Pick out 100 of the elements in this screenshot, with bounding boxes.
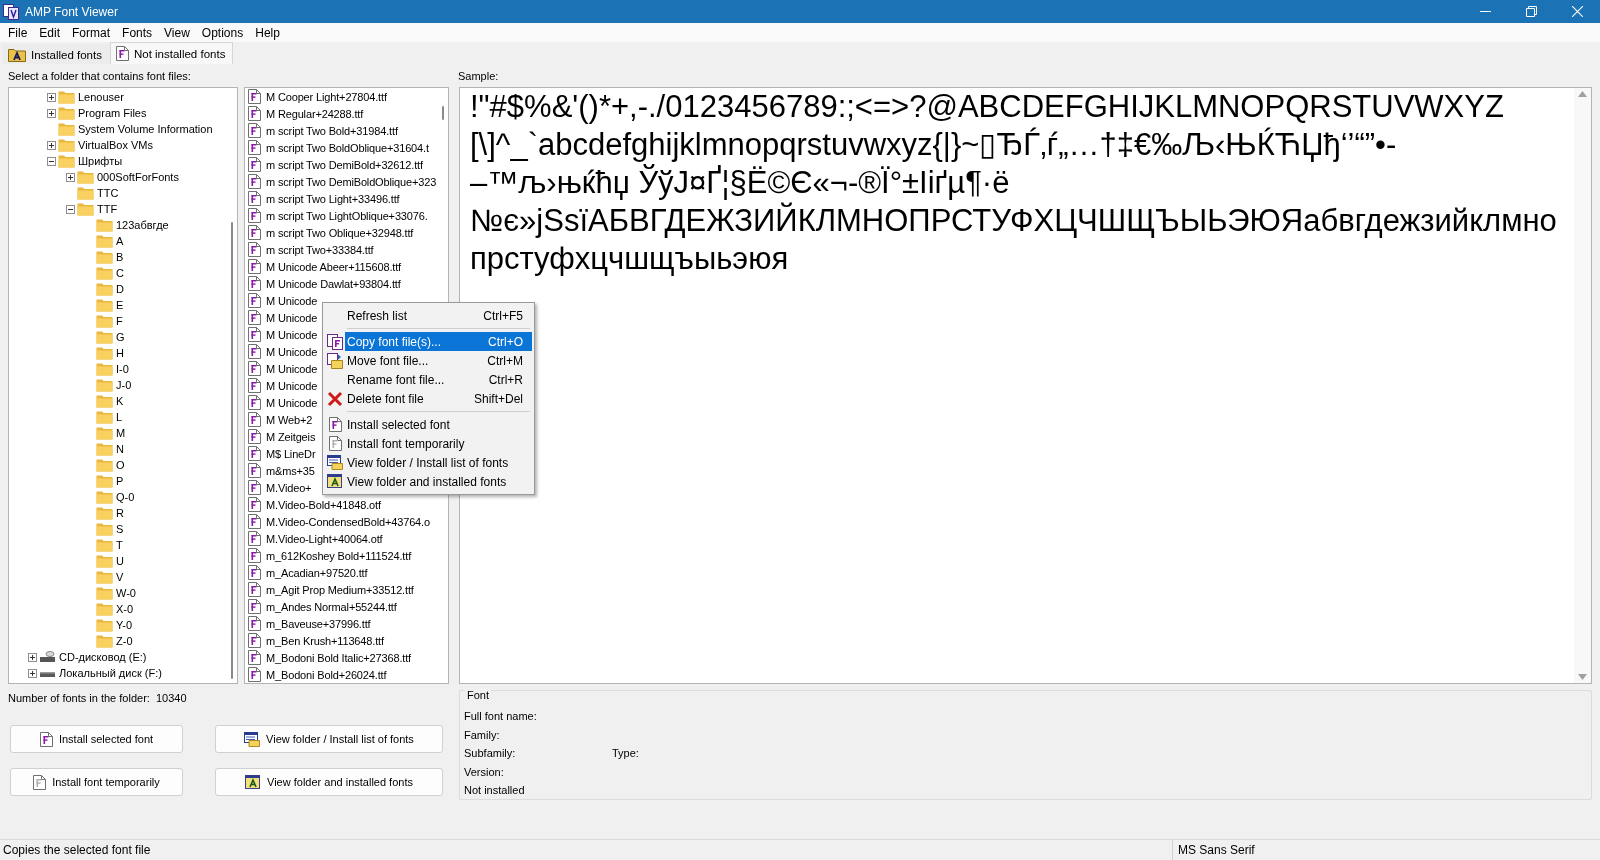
tree-item[interactable]: V — [116, 571, 124, 583]
font-file-item[interactable]: m script Two DemiBold+32612.ttf — [266, 158, 423, 171]
menu-item[interactable]: Install selected font — [345, 415, 532, 434]
close-icon[interactable] — [1571, 6, 1583, 17]
font-file-item[interactable]: m_Andes Normal+55244.ttf — [266, 600, 397, 613]
collapse-icon[interactable] — [46, 156, 56, 166]
tree-item[interactable]: Lenouser — [78, 91, 124, 103]
expand-icon[interactable] — [27, 652, 37, 662]
collapse-icon[interactable] — [65, 204, 75, 214]
menu-item[interactable]: Copy font file(s)... Ctrl+O — [345, 332, 532, 351]
font-file-item[interactable]: m script Two Bold+31984.ttf — [266, 124, 398, 137]
tree-item[interactable]: TTC — [97, 187, 119, 199]
expand-icon[interactable] — [27, 668, 37, 678]
tree-item[interactable]: 123абвгде — [116, 219, 169, 231]
scrollbar-thumb[interactable] — [442, 106, 444, 120]
font-file-item[interactable]: M Unicode — [266, 396, 318, 409]
expand-icon[interactable] — [46, 92, 56, 102]
tree-item[interactable]: CD-дисковод (E:) — [59, 651, 147, 663]
tree-item[interactable]: O — [116, 459, 125, 471]
font-file-item[interactable]: M_Bodoni Bold Italic+27368.ttf — [266, 651, 411, 664]
menu-item[interactable]: Fonts — [116, 25, 159, 40]
font-file-item[interactable]: m_Baveuse+37996.ttf — [266, 617, 371, 630]
tree-item[interactable]: 000SoftForFonts — [97, 171, 179, 183]
menu-item[interactable]: Options — [195, 25, 250, 40]
menu-item[interactable]: File — [2, 25, 34, 40]
font-file-item[interactable]: M Unicode — [266, 294, 318, 307]
menu-item[interactable]: Format — [66, 25, 117, 40]
tree-item[interactable]: A — [116, 235, 124, 247]
menu-item[interactable]: View — [158, 25, 196, 40]
tree-item[interactable]: L — [116, 411, 123, 423]
font-file-item[interactable]: m script Two Oblique+32948.ttf — [266, 226, 414, 239]
font-file-item[interactable]: M Unicode — [266, 345, 318, 358]
tree-item[interactable]: R — [116, 507, 124, 519]
menu-item[interactable]: View folder and installed fonts — [345, 472, 532, 491]
font-file-item[interactable]: m script Two+33384.ttf — [266, 243, 374, 256]
font-file-item[interactable]: m script Two Light+33496.ttf — [266, 192, 400, 205]
font-file-item[interactable]: M Unicode — [266, 328, 318, 341]
tree-item[interactable]: X-0 — [116, 603, 134, 615]
tree-item[interactable]: Локальный диск (F:) — [59, 667, 162, 679]
menu-item[interactable]: Rename font file... Ctrl+R — [345, 370, 532, 389]
font-file-item[interactable]: M Unicode Abeer+115608.ttf — [266, 260, 402, 273]
tree-item[interactable]: G — [116, 331, 125, 343]
font-file-item[interactable]: M Unicode — [266, 379, 318, 392]
action-button[interactable]: Install font temporarily — [10, 768, 183, 796]
tree-item[interactable]: P — [116, 475, 124, 487]
menu-item[interactable]: Edit — [33, 25, 67, 40]
font-file-item[interactable]: m script Two DemiBoldOblique+323 — [266, 175, 437, 188]
font-file-item[interactable]: m&ms+35 — [266, 464, 315, 477]
font-file-item[interactable]: m_Acadian+97520.ttf — [266, 566, 368, 579]
menu-item[interactable]: View folder / Install list of fonts — [345, 453, 532, 472]
tree-item[interactable]: D — [116, 283, 124, 295]
tree-item[interactable]: System Volume Information — [78, 123, 213, 135]
tree-item[interactable]: B — [116, 251, 124, 263]
tree-item[interactable]: Z-0 — [116, 635, 133, 647]
tree-item[interactable]: K — [116, 395, 124, 407]
font-file-item[interactable]: M Unicode Dawlat+93804.ttf — [266, 277, 401, 290]
tree-item[interactable]: F — [116, 315, 123, 327]
tab[interactable]: Not installed fonts — [109, 42, 234, 64]
tree-item[interactable]: E — [116, 299, 124, 311]
tree-item[interactable]: Шрифты — [78, 155, 123, 167]
tree-item[interactable]: M — [116, 427, 126, 439]
font-file-item[interactable]: M Zeitgeis — [266, 430, 316, 443]
font-file-item[interactable]: M Unicode — [266, 311, 318, 324]
font-file-item[interactable]: M Unicode — [266, 362, 318, 375]
tree-item[interactable]: J-0 — [116, 379, 132, 391]
tree-item[interactable]: Y-0 — [116, 619, 133, 631]
font-file-item[interactable]: m script Two BoldOblique+31604.t — [266, 141, 429, 154]
action-button[interactable]: View folder and installed fonts — [215, 768, 443, 796]
tree-item[interactable]: Q-0 — [116, 491, 135, 503]
font-file-item[interactable]: m script Two LightOblique+33076. — [266, 209, 428, 222]
restore-icon[interactable] — [1525, 6, 1537, 17]
action-button[interactable]: Install selected font — [10, 725, 183, 753]
tree-item[interactable]: I-0 — [116, 363, 129, 375]
expand-icon[interactable] — [65, 172, 75, 182]
font-file-item[interactable]: m_Ben Krush+113648.ttf — [266, 634, 384, 647]
font-file-item[interactable]: M Regular+24288.ttf — [266, 107, 364, 120]
tree-item[interactable]: N — [116, 443, 124, 455]
menu-item[interactable]: Install font temporarily — [345, 434, 532, 453]
font-file-item[interactable]: m_612Koshey Bold+111524.ttf — [266, 549, 412, 562]
tab[interactable]: Installed fonts — [2, 44, 110, 64]
font-file-item[interactable]: M$ LineDr — [266, 447, 316, 460]
font-file-item[interactable]: M.Video-Light+40064.otf — [266, 532, 383, 545]
menu-item[interactable]: Help — [249, 25, 286, 40]
font-file-item[interactable]: M.Video+ — [266, 481, 312, 494]
tree-item[interactable]: T — [116, 539, 123, 551]
font-file-item[interactable]: M.Video-CondensedBold+43764.o — [266, 515, 430, 528]
action-button[interactable]: View folder / Install list of fonts — [215, 725, 443, 753]
tree-item[interactable]: H — [116, 347, 124, 359]
scrollbar-thumb[interactable] — [231, 222, 233, 679]
tree-item[interactable]: Program Files — [78, 107, 147, 119]
menu-item[interactable]: Move font file... Ctrl+M — [345, 351, 532, 370]
tree-item[interactable]: W-0 — [116, 587, 136, 599]
tree-item[interactable]: VirtualBox VMs — [78, 139, 153, 151]
tree-item[interactable]: S — [116, 523, 124, 535]
menu-item[interactable]: Refresh list Ctrl+F5 — [345, 306, 532, 325]
font-file-item[interactable]: M_Bodoni Bold+26024.ttf — [266, 668, 387, 681]
font-file-item[interactable]: M Cooper Light+27804.ttf — [266, 90, 387, 103]
font-file-item[interactable]: m_Agit Prop Medium+33512.ttf — [266, 583, 414, 596]
tree-item[interactable]: TTF — [97, 203, 118, 215]
font-file-item[interactable]: M Web+2 — [266, 413, 313, 426]
